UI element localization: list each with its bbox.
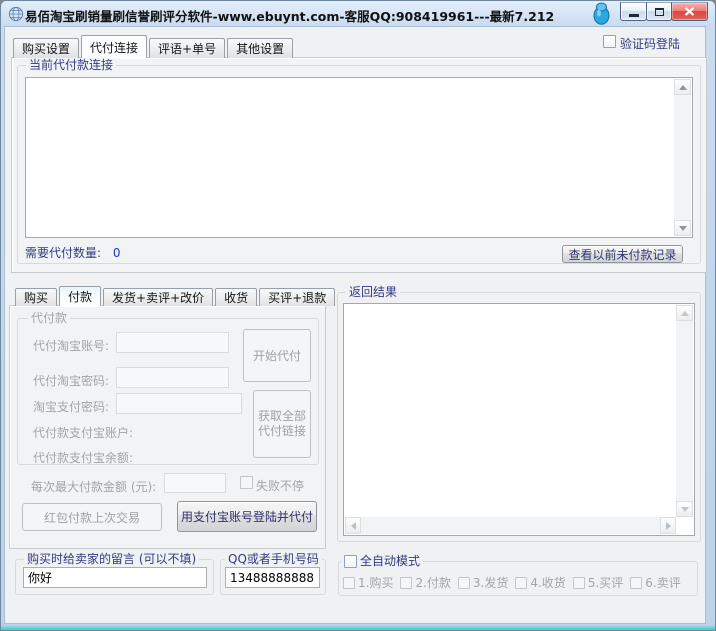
process-tab-strip: 购买 付款 发货+卖评+改价 收货 买评+退款 <box>15 286 337 306</box>
max-amount-input[interactable] <box>164 473 226 493</box>
close-button[interactable] <box>671 2 708 21</box>
step-seller-review-checkbox[interactable] <box>630 576 643 589</box>
close-icon <box>684 7 695 16</box>
step-seller-review: 6.卖评 <box>630 574 681 591</box>
verify-code-login-checkbox[interactable] <box>603 35 616 48</box>
fail-nonstop-checkbox[interactable] <box>240 476 253 489</box>
maximize-button[interactable] <box>646 2 672 21</box>
proxy-payment-group-title: 代付款 <box>28 311 71 325</box>
window-title: 易佰淘宝刷销量刷信誉刷评分软件-www.ebuynt.com-客服QQ:9084… <box>25 9 555 24</box>
step-receive: 4.收货 <box>515 574 566 591</box>
auto-mode-checkbox[interactable] <box>344 554 357 568</box>
result-scroll-left-button[interactable] <box>345 517 361 534</box>
tab-pay[interactable]: 付款 <box>59 286 102 306</box>
scroll-left-icon <box>350 521 356 530</box>
start-proxy-pay-button[interactable]: 开始代付 <box>243 329 311 382</box>
result-textarea[interactable] <box>344 304 694 535</box>
scroll-down-icon <box>678 225 687 231</box>
scroll-up-icon <box>678 84 687 90</box>
result-vscrollbar[interactable] <box>676 305 693 517</box>
taobao-password-label: 代付淘宝密码: <box>33 374 110 388</box>
scroll-right-icon <box>665 521 671 530</box>
scroll-down-icon <box>680 506 689 512</box>
auto-mode-steps: 1.购买 2.付款 3.发货 4.收货 5.买评 6.卖评 <box>343 574 681 591</box>
window-controls <box>620 2 708 21</box>
step-ship-checkbox[interactable] <box>457 576 470 589</box>
app-window: 易佰淘宝刷销量刷信誉刷评分软件-www.ebuynt.com-客服QQ:9084… <box>0 0 716 631</box>
need-payment-count-row: 需要代付数量: 0 <box>25 244 121 261</box>
tab-receive[interactable]: 收货 <box>215 288 258 306</box>
fail-nonstop-label: 失败不停 <box>256 479 305 493</box>
view-unpaid-records-button[interactable]: 查看以前未付款记录 <box>562 245 683 263</box>
contact-input[interactable] <box>225 567 320 588</box>
contact-group-title: QQ或者手机号码 <box>225 552 322 566</box>
step-pay: 2.付款 <box>400 574 451 591</box>
seller-message-title: 购买时给卖家的留言 (可以不填) <box>24 552 200 566</box>
alipay-balance-label: 代付款支付宝余额: <box>33 451 134 465</box>
alipay-account-label: 代付款支付宝账户: <box>33 426 134 440</box>
result-scroll-right-button[interactable] <box>660 517 676 534</box>
current-payment-links-title: 当前代付款连接 <box>26 58 117 72</box>
step-pay-checkbox[interactable] <box>400 576 413 589</box>
payment-links-vscrollbar[interactable] <box>674 79 691 236</box>
step-buy-checkbox[interactable] <box>343 576 355 589</box>
need-payment-count-value: 0 <box>112 246 121 260</box>
scroll-down-button[interactable] <box>674 220 691 236</box>
tab-buy[interactable]: 购买 <box>15 288 58 306</box>
main-tab-strip: 购买设置 代付连接 评语+单号 其他设置 <box>13 35 295 58</box>
alipay-login-pay-button[interactable]: 用支付宝账号登陆并代付 <box>177 501 317 532</box>
step-ship: 3.发货 <box>457 574 508 591</box>
tab-payment-link[interactable]: 代付连接 <box>81 35 148 58</box>
auto-mode-label: 全自动模式 <box>360 554 421 568</box>
result-group-title: 返回结果 <box>346 285 401 299</box>
verify-code-login-label: 验证码登陆 <box>620 37 681 51</box>
taobao-account-label: 代付淘宝账号: <box>33 339 110 353</box>
step-buy: 1.购买 <box>343 574 393 591</box>
maximize-icon <box>654 7 664 16</box>
redpacket-pay-button[interactable]: 红包付款上次交易 <box>22 503 162 531</box>
payment-links-textarea[interactable] <box>26 78 692 237</box>
need-payment-count-label: 需要代付数量: <box>25 246 102 260</box>
tab-buyer-review-refund[interactable]: 买评+退款 <box>259 288 336 306</box>
scroll-up-button[interactable] <box>674 79 691 95</box>
scroll-up-icon <box>680 310 689 316</box>
taobao-account-input[interactable] <box>116 332 229 353</box>
tab-ship-review-price[interactable]: 发货+卖评+改价 <box>103 288 214 306</box>
result-textarea-frame <box>343 303 695 536</box>
payment-links-textarea-frame <box>25 77 693 238</box>
pay-password-label: 淘宝支付密码: <box>33 400 110 414</box>
seller-message-input[interactable] <box>23 567 207 588</box>
auto-mode-header: 全自动模式 <box>341 554 424 568</box>
result-hscrollbar[interactable] <box>345 517 676 534</box>
blue-gadget-icon <box>592 2 611 28</box>
taobao-password-input[interactable] <box>116 367 229 388</box>
auto-mode-group: 全自动模式 1.购买 2.付款 3.发货 4.收货 5.买评 6.卖评 <box>338 554 698 596</box>
step-buyer-review: 5.买评 <box>572 574 623 591</box>
minimize-icon <box>628 14 639 17</box>
app-icon <box>8 6 24 25</box>
result-scroll-up-button[interactable] <box>676 305 693 321</box>
result-scroll-down-button[interactable] <box>676 501 693 517</box>
get-all-links-button[interactable]: 获取全部 代付链接 <box>253 390 311 458</box>
tab-comments-numbers[interactable]: 评语+单号 <box>149 38 226 58</box>
pay-password-input[interactable] <box>116 393 242 414</box>
max-amount-label: 每次最大付款金额 (元): <box>31 480 157 494</box>
step-buyer-review-checkbox[interactable] <box>572 576 585 589</box>
minimize-button[interactable] <box>620 2 647 21</box>
step-receive-checkbox[interactable] <box>515 576 528 589</box>
tab-other-settings[interactable]: 其他设置 <box>227 38 294 58</box>
tab-purchase-settings[interactable]: 购买设置 <box>13 38 80 58</box>
